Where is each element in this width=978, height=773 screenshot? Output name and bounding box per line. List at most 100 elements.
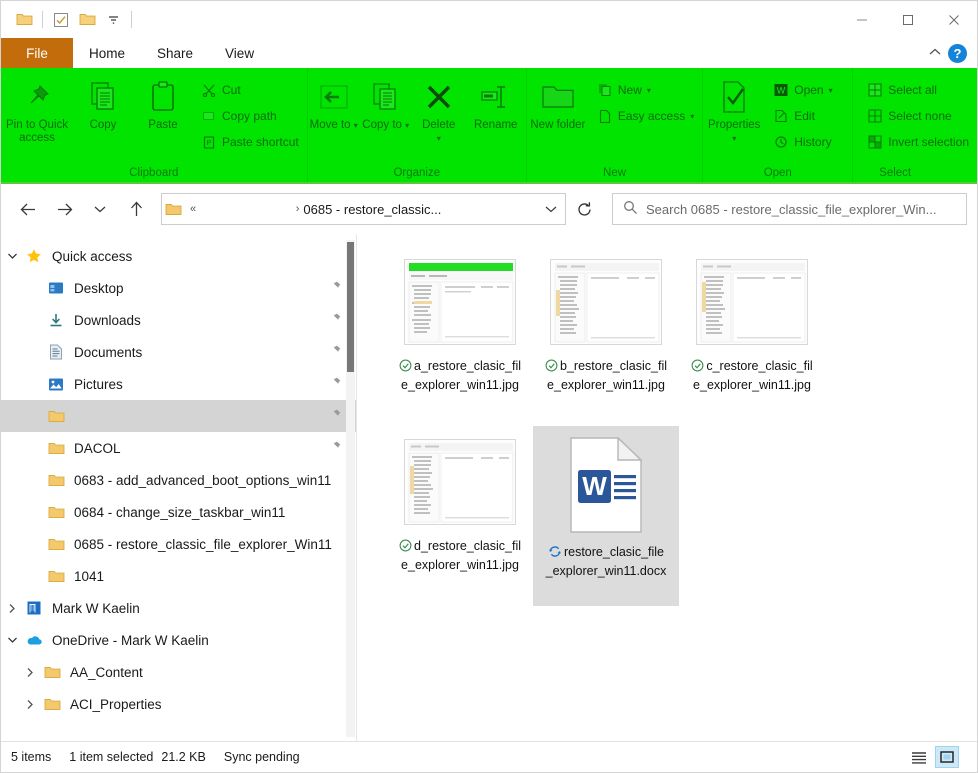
sidebar-item-dacol[interactable]: DACOL (1, 432, 356, 464)
pin-icon[interactable] (329, 280, 342, 296)
refresh-button[interactable] (568, 193, 600, 225)
previous-locations-dropdown[interactable] (537, 194, 565, 224)
file-item[interactable]: c_restore_clasic_file_explorer_win11.jpg (679, 246, 825, 426)
folder-icon[interactable] (11, 7, 37, 33)
chevron-down-icon[interactable] (1, 252, 23, 260)
history-button[interactable]: History (769, 129, 836, 155)
sidebar-item-1041[interactable]: 1041 (1, 560, 356, 592)
new-folder-icon[interactable] (74, 7, 100, 33)
edit-button[interactable]: Edit (769, 103, 836, 129)
details-view-button[interactable] (907, 746, 931, 768)
toolbar-divider-2 (131, 11, 132, 28)
pin-icon[interactable] (329, 312, 342, 328)
copy-to-text: Copy to (362, 119, 402, 131)
chevron-right-icon[interactable] (1, 603, 23, 614)
invert-selection-button[interactable]: Invert selection (863, 129, 973, 155)
file-item[interactable]: a_restore_clasic_file_explorer_win11.jpg (387, 246, 533, 426)
back-button[interactable] (11, 192, 45, 226)
tab-home[interactable]: Home (73, 38, 142, 68)
tab-view[interactable]: View (209, 38, 271, 68)
recent-locations-button[interactable] (83, 192, 117, 226)
search-input[interactable]: Search 0685 - restore_classic_file_explo… (646, 202, 936, 217)
copy-button[interactable]: Copy (73, 71, 133, 132)
sidebar-item-quick-access[interactable]: Quick access (1, 240, 356, 272)
paste-label: Paste (148, 119, 178, 131)
new-item-button[interactable]: New ▾ (593, 77, 698, 103)
sidebar-item-pictures[interactable]: Pictures (1, 368, 356, 400)
file-item-selected[interactable]: W restore_clasic_file_explorer_win11.doc… (533, 426, 679, 606)
sidebar-item-onedrive[interactable]: OneDrive - Mark W Kaelin (1, 624, 356, 656)
move-to-button[interactable]: Move to ▾ (308, 71, 360, 132)
tab-share[interactable]: Share (141, 38, 210, 68)
help-icon[interactable]: ? (948, 43, 967, 63)
copy-path-button[interactable]: Copy path (197, 103, 303, 129)
pin-icon[interactable] (329, 344, 342, 360)
delete-button[interactable]: Delete ▾ (412, 71, 466, 145)
pin-icon[interactable] (329, 440, 342, 456)
open-button[interactable]: W Open ▾ (769, 77, 836, 103)
maximize-button[interactable] (885, 1, 931, 38)
forward-button[interactable] (47, 192, 81, 226)
sidebar-item-aa-content[interactable]: AA_Content (1, 656, 356, 688)
sidebar-item-0685[interactable]: 0685 - restore_classic_file_explorer_Win… (1, 528, 356, 560)
select-all-button[interactable]: Select all (863, 77, 973, 103)
navigation-scrollbar-thumb[interactable] (347, 242, 354, 372)
properties-checkbox-icon[interactable] (48, 7, 74, 33)
close-button[interactable] (931, 1, 977, 38)
ribbon-tabs: File Home Share View ? (1, 38, 977, 68)
word-open-icon: W (773, 82, 789, 98)
sidebar-item-label: Pictures (74, 376, 123, 392)
pin-icon[interactable] (329, 408, 342, 424)
sidebar-item-selected-folder[interactable] (1, 400, 356, 432)
tab-file[interactable]: File (1, 38, 73, 68)
sidebar-item-documents[interactable]: Documents (1, 336, 356, 368)
file-item[interactable]: d_restore_clasic_file_explorer_win11.jpg (387, 426, 533, 606)
view-toggles (907, 746, 967, 768)
downloads-icon (45, 313, 67, 328)
explorer-body: Quick access Desktop Downloads Documents… (1, 234, 977, 741)
copy-to-button[interactable]: Copy to ▾ (360, 71, 412, 132)
breadcrumb-current-path[interactable]: 0685 - restore_classic... (303, 202, 441, 217)
status-bar: 5 items 1 item selected 21.2 KB Sync pen… (1, 741, 977, 772)
file-item[interactable]: b_restore_clasic_file_explorer_win11.jpg (533, 246, 679, 426)
navigation-scrollbar[interactable] (346, 240, 355, 737)
chevron-right-icon[interactable] (19, 699, 41, 710)
cut-button[interactable]: Cut (197, 77, 303, 103)
breadcrumb-overflow[interactable]: « (190, 203, 196, 215)
search-box[interactable]: Search 0685 - restore_classic_file_explo… (612, 193, 967, 225)
sidebar-item-aci-properties[interactable]: ACI_Properties (1, 688, 356, 720)
rename-button[interactable]: Rename (466, 71, 526, 132)
sidebar-item-mark-w-kaelin[interactable]: Mark W Kaelin (1, 592, 356, 624)
collapse-ribbon-icon[interactable] (928, 44, 942, 62)
available-offline-icon (399, 359, 412, 377)
properties-button[interactable]: Properties ▾ (703, 71, 765, 145)
customize-dropdown-icon[interactable] (100, 7, 126, 33)
sidebar-item-0683[interactable]: 0683 - add_advanced_boot_options_win11 (1, 464, 356, 496)
new-folder-button[interactable]: New folder (527, 71, 589, 132)
minimize-button[interactable] (839, 1, 885, 38)
toolbar-divider (42, 11, 43, 28)
sidebar-item-label: Downloads (74, 312, 141, 328)
properties-text: Properties (708, 119, 761, 131)
address-bar[interactable]: « › 0685 - restore_classic... (161, 193, 566, 225)
paste-shortcut-button[interactable]: P Paste shortcut (197, 129, 303, 155)
up-button[interactable] (119, 192, 153, 226)
file-list-view[interactable]: a_restore_clasic_file_explorer_win11.jpg (357, 234, 977, 741)
pin-icon[interactable] (329, 376, 342, 392)
business-icon (23, 600, 45, 616)
sidebar-item-0684[interactable]: 0684 - change_size_taskbar_win11 (1, 496, 356, 528)
chevron-down-icon[interactable] (1, 636, 23, 644)
large-icons-view-button[interactable] (935, 746, 959, 768)
history-label: History (794, 135, 832, 149)
sidebar-item-downloads[interactable]: Downloads (1, 304, 356, 336)
selection-size: 21.2 KB (161, 750, 206, 764)
sidebar-item-desktop[interactable]: Desktop (1, 272, 356, 304)
thumbnail-wrap (404, 252, 516, 352)
paste-button[interactable]: Paste (133, 71, 193, 132)
pin-to-quick-access-button[interactable]: Pin to Quick access (1, 71, 73, 145)
chevron-right-icon[interactable] (19, 667, 41, 678)
breadcrumb-separator: › (295, 203, 300, 215)
easy-access-icon (597, 108, 613, 124)
select-none-button[interactable]: Select none (863, 103, 973, 129)
easy-access-button[interactable]: Easy access ▾ (593, 103, 698, 129)
